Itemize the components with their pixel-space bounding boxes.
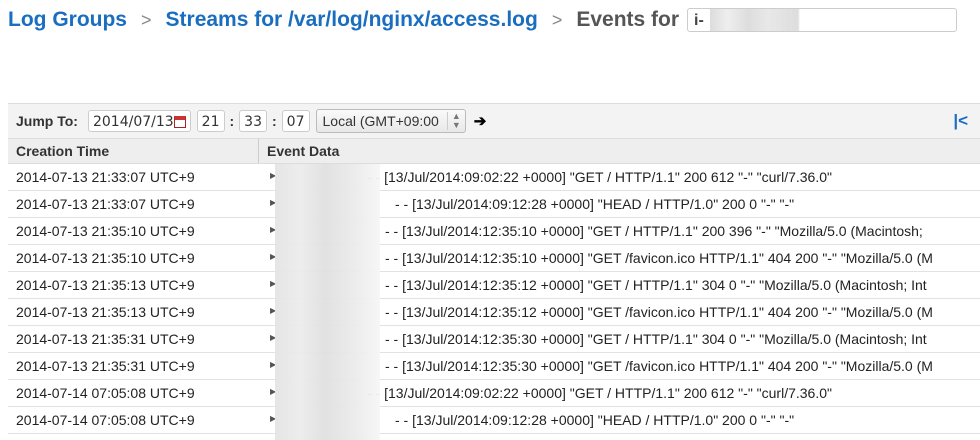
minute-input[interactable]: 33 [239,110,267,132]
chevron-right-icon: > [551,9,563,30]
table-row[interactable]: 2014-07-13 21:33:07 UTC+9 ▶ - - [13/Jul/20… [8,191,980,218]
table-row[interactable]: 2014-07-13 21:35:31 UTC+9 ▶ - - [13/Jul/20… [8,326,980,353]
breadcrumb-log-groups[interactable]: Log Groups [8,8,127,32]
second-input[interactable]: 07 [281,110,310,132]
date-input[interactable]: 2014/07/13 [87,110,191,132]
select-arrows-icon: ▲ ▼ [446,112,461,130]
creation-time: 2014-07-13 21:33:07 UTC+9 [16,169,195,185]
creation-time: 2014-07-13 21:35:10 UTC+9 [16,223,195,239]
timezone-select[interactable]: Local (GMT+09:00 ▲ ▼ [315,109,466,133]
event-data: - - [13/Jul/2014:12:35:30 +0000] "GET /f… [385,358,933,374]
table-row[interactable]: 2014-07-13 21:35:10 UTC+9 ▶ - - [13/Jul/20… [8,245,980,272]
hour-input[interactable]: 21 [196,110,225,132]
creation-time: 2014-07-13 21:33:07 UTC+9 [16,196,195,212]
event-data: - - [13/Jul/2014:12:35:30 +0000] "GET / … [385,331,927,347]
colon: : [272,113,277,129]
event-data: - - [13/Jul/2014:12:35:10 +0000] "GET / … [385,223,923,239]
arrow-right-icon[interactable]: ➔ [474,112,487,130]
event-data: - - [13/Jul/2014:12:35:12 +0000] "GET /f… [385,304,933,320]
event-data: - - [13/Jul/2014:12:35:10 +0000] "GET /f… [385,250,933,266]
creation-time: 2014-07-13 21:35:10 UTC+9 [16,250,195,266]
calendar-icon[interactable] [173,116,186,128]
creation-time: 2014-07-13 21:35:13 UTC+9 [16,304,195,320]
skip-to-first-icon[interactable]: |< [953,111,968,131]
jump-to-label: Jump To: [16,113,78,129]
event-data: - - [13/Jul/2014:09:02:22 +0000] "GET / … [367,385,832,401]
event-data: - - [13/Jul/2014:12:35:12 +0000] "GET / … [385,277,927,293]
header-creation-time: Creation Time [16,143,110,159]
event-data: - - [13/Jul/2014:09:12:28 +0000] "HEAD /… [395,412,795,428]
table-row[interactable]: 2014-07-13 21:35:13 UTC+9 ▶ - - [13/Jul/20… [8,272,980,299]
header-event-data: Event Data [258,139,339,163]
event-data: - - [13/Jul/2014:09:12:28 +0000] "HEAD /… [395,196,795,212]
chevron-right-icon: > [141,9,152,30]
breadcrumb-streams[interactable]: Streams for /var/log/nginx/access.log [166,8,538,32]
instance-name-field: i- [687,8,958,32]
creation-time: 2014-07-13 21:35:13 UTC+9 [16,277,195,293]
table-row[interactable]: 2014-07-14 07:05:08 UTC+9 ▶ - - [13/Jul/20… [8,380,980,407]
table-row[interactable]: 2014-07-13 21:35:31 UTC+9 ▶ - - [13/Jul/20… [8,353,980,380]
table-row[interactable]: 2014-07-13 21:35:10 UTC+9 ▶ - - [13/Jul/20… [8,218,980,245]
creation-time: 2014-07-13 21:35:31 UTC+9 [16,358,195,374]
breadcrumb: Log Groups > Streams for /var/log/nginx/… [8,8,958,32]
creation-time: 2014-07-13 21:35:31 UTC+9 [16,331,195,347]
table-header: Creation Time Event Data [8,139,980,164]
redacted-region [275,164,380,440]
table-row[interactable]: 2014-07-14 07:05:08 UTC+9 ▶ - - [13/Jul/20… [8,407,980,434]
jump-to-toolbar: Jump To: 2014/07/13 21 : 33 : 07 Local (… [8,103,980,139]
breadcrumb-events: Events for [576,8,680,31]
event-data: - - [13/Jul/2014:09:02:22 +0000] "GET / … [367,169,832,185]
date-value: 2014/07/13 [92,114,174,130]
timezone-value: Local (GMT+09:00 [322,113,439,129]
creation-time: 2014-07-14 07:05:08 UTC+9 [16,385,195,401]
table-row[interactable]: 2014-07-13 21:35:13 UTC+9 ▶ - - [13/Jul/20… [8,299,980,326]
creation-time: 2014-07-14 07:05:08 UTC+9 [16,412,195,428]
colon: : [229,113,235,129]
events-table: 2014-07-13 21:33:07 UTC+9 ▶ - - [13/Jul/20… [8,164,980,434]
table-row[interactable]: 2014-07-13 21:33:07 UTC+9 ▶ - - [13/Jul/20… [8,164,980,191]
